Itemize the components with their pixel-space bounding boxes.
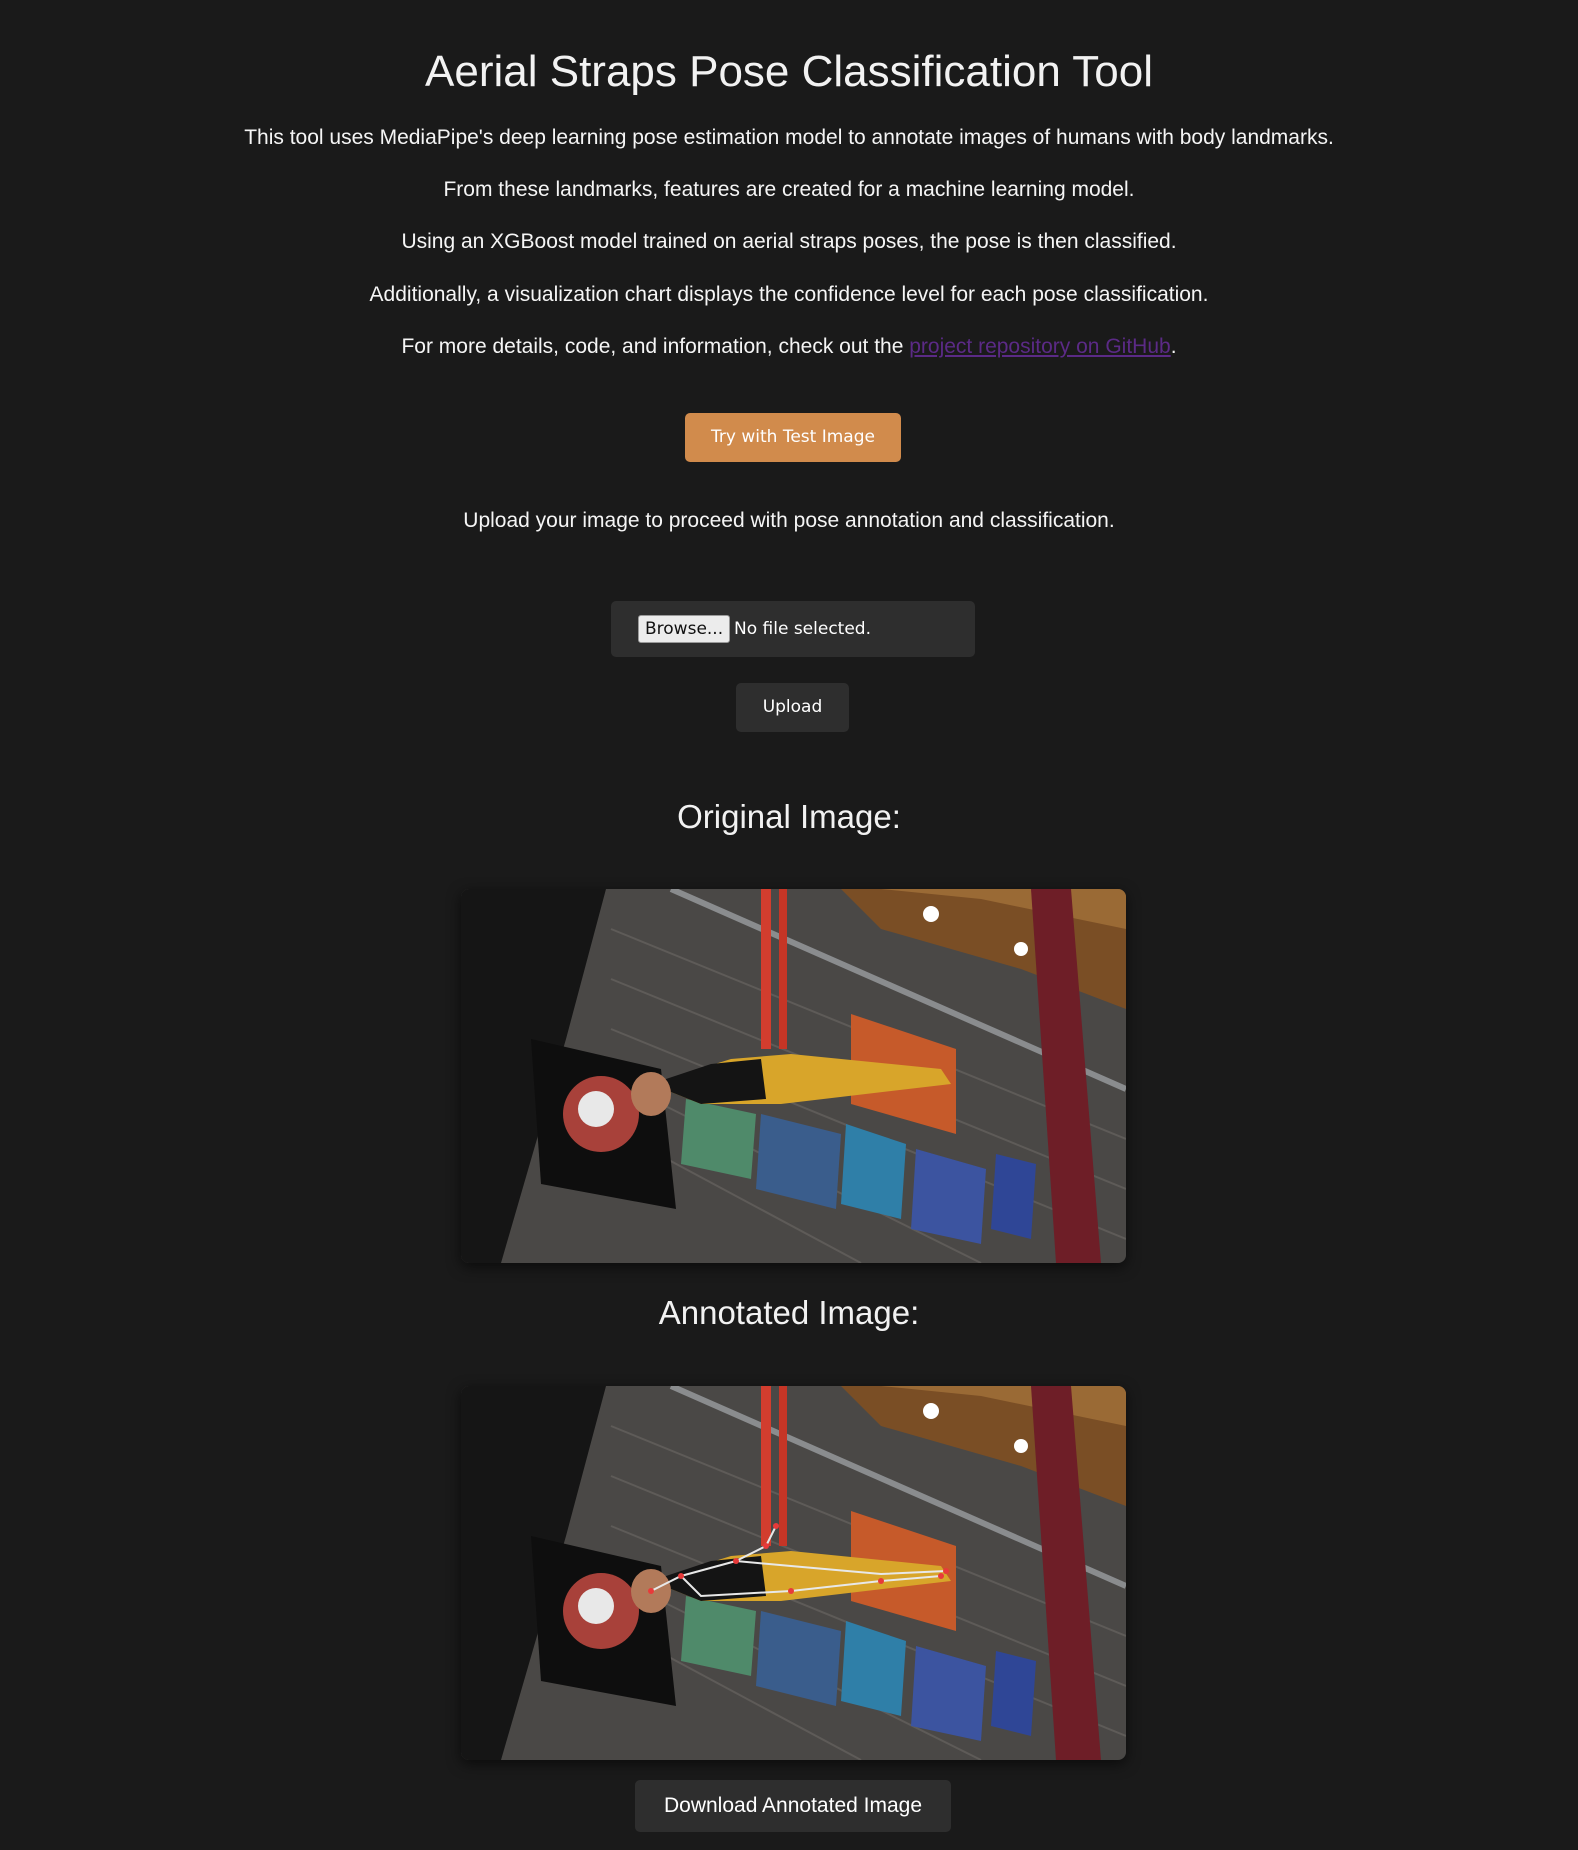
description-paragraph-3: Using an XGBoost model trained on aerial… [401, 230, 1177, 253]
aerial-straps-photo [461, 889, 1126, 1263]
description-paragraph-2: From these landmarks, features are creat… [443, 178, 1135, 201]
file-status: No file selected. [734, 619, 871, 639]
page-title: Aerial Straps Pose Classification Tool [425, 47, 1153, 96]
upload-instructions: Upload your image to proceed with pose a… [463, 509, 1115, 532]
annotated-image [461, 1386, 1126, 1760]
browse-button[interactable]: Browse... [638, 615, 731, 643]
try-test-image-button[interactable]: Try with Test Image [685, 413, 901, 462]
repo-text-prefix: For more details, code, and information,… [401, 335, 910, 358]
file-input[interactable]: Browse... No file selected. [611, 601, 975, 657]
aerial-straps-annotated-photo [461, 1386, 1126, 1760]
description-paragraph-5: For more details, code, and information,… [0, 333, 1578, 361]
description-paragraph-4: Additionally, a visualization chart disp… [369, 283, 1209, 306]
page: Aerial Straps Pose Classification Tool T… [0, 0, 1578, 1850]
description-paragraph-1: This tool uses MediaPipe's deep learning… [244, 126, 1334, 149]
original-image [461, 889, 1126, 1263]
download-annotated-image-button[interactable]: Download Annotated Image [635, 1780, 951, 1832]
annotated-image-heading: Annotated Image: [658, 1294, 920, 1331]
original-image-heading: Original Image: [677, 798, 901, 835]
upload-button[interactable]: Upload [736, 683, 849, 732]
github-repo-link[interactable]: project repository on GitHub [909, 335, 1170, 358]
repo-text-suffix: . [1170, 335, 1177, 358]
